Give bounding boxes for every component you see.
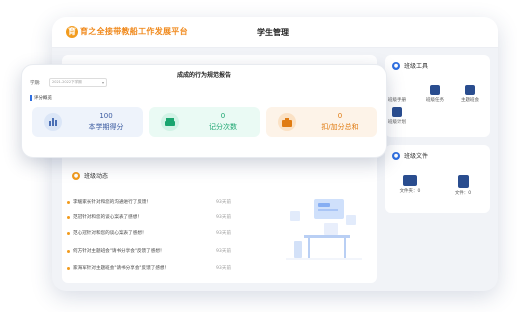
bullet-icon [67,232,70,235]
stat-record-count: 0 记分次数 [149,107,260,137]
stat-points-sum-value: 0 [337,112,343,120]
briefcase-icon [278,113,296,131]
list-item-time: 93天前 [216,200,232,205]
stat-term-score-label: 本学期得分 [88,123,124,131]
bullet-icon [67,201,70,204]
stat-term-score-value: 100 [99,112,113,120]
chevron-down-icon: ▾ [101,80,104,85]
task-icon [430,85,440,95]
tool-plan-label: 班级计划 [388,120,406,125]
stat-points-sum: 0 扣/加分总和 [266,107,377,137]
term-label: 学期: [30,81,41,86]
list-item[interactable]: 家海军针对主题班会"请书分享会"反馈了感想！ 93天前 [67,265,247,275]
overview-label-text: 评分概览 [34,96,52,101]
class-tools-title: 班级工具 [404,63,429,70]
stat-record-count-label: 记分次数 [209,123,237,131]
class-dynamics-header: ● 班级动态 [72,171,108,180]
plan-icon [392,107,402,117]
files-folder-label: 文件夹：0 [399,189,421,194]
tool-task[interactable]: 班级任务 [420,85,450,103]
illustration-desk [304,235,350,238]
logo-icon: 育 [66,26,78,38]
list-item-time: 93天前 [216,215,232,220]
files-file-label: 文件：0 [454,191,472,196]
bullet-icon [67,216,70,219]
list-item-time: 93天前 [216,231,232,236]
section-marker [30,95,32,101]
illustration-frame [290,211,300,221]
illustration-plant [294,241,302,258]
tool-handbook-label: 班级手册 [388,98,406,103]
files-icon: ● [392,151,400,160]
list-item-text: 李缓家长针对和您的沟通进行了反馈！ [73,200,152,205]
dynamics-icon: ● [72,171,80,180]
term-select[interactable]: 2021-2022下学期 ▾ [49,78,107,87]
meeting-icon [465,85,475,95]
list-item-text: 家海军针对主题班会"请书分享会"反馈了感想！ [73,266,170,271]
list-item-time: 93天前 [216,266,232,271]
stat-points-sum-label: 扣/加分总和 [321,123,359,131]
chart-bars-icon [44,113,62,131]
list-item-text: 范心冠针对和您的谈心案表了感想！ [73,231,147,236]
tool-meeting[interactable]: 主题班会 [455,85,485,103]
tool-task-label: 班级任务 [426,98,444,103]
list-item-time: 93天前 [216,249,232,254]
stat-term-score: 100 本学期得分 [32,107,143,137]
list-item[interactable]: 范冠针对和您的谈心案表了感想！ 93天前 [67,214,247,224]
class-files-header: ● 班级文件 [392,151,428,160]
list-item-text: 范冠针对和您的谈心案表了感想！ [73,215,142,220]
desk-illustration [286,199,362,260]
class-files-title: 班级文件 [404,153,429,160]
behavior-report-panel: 成成的行为规范报告 学期: 2021-2022下学期 ▾ 评分概览 100 本学… [21,64,387,158]
bullet-icon [67,250,70,253]
files-file[interactable]: 文件：0 [443,175,483,196]
printer-icon [161,113,179,131]
illustration-desk-leg [308,238,310,258]
bullet-icon [67,267,70,270]
class-tools-header: ● 班级工具 [392,61,428,70]
page-title: 学生管理 [257,28,289,37]
files-folder[interactable]: 文件夹：0 [390,175,430,194]
class-tools-card: ● 班级工具 班级手册 班级任务 主题班会 班级计划 [385,55,490,137]
illustration-laptop [324,223,338,235]
chart-bars-glyph [49,118,57,126]
printer-glyph [165,118,175,126]
file-icon [457,175,469,188]
list-item-text: 何方针对主题班会"请书分享会"反馈了感想！ [73,249,165,254]
list-item[interactable]: 李缓家长针对和您的沟通进行了反馈！ 93天前 [67,199,247,209]
list-item[interactable]: 范心冠针对和您的谈心案表了感想！ 93天前 [67,230,247,240]
folder-icon [403,175,417,186]
term-value: 2021-2022下学期 [52,80,82,84]
class-files-card: ● 班级文件 文件夹：0 文件：0 [385,145,490,213]
tools-icon: ● [392,61,400,70]
list-item[interactable]: 何方针对主题班会"请书分享会"反馈了感想！ 93天前 [67,248,247,258]
platform-name: 育之全接带教船工作发展平台 [80,27,188,36]
illustration-frame [346,215,356,225]
illustration-screen-line [318,203,330,207]
illustration-desk-leg [344,238,346,258]
app-header: 育 育之全接带教船工作发展平台 学生管理 [52,17,498,48]
briefcase-glyph [282,118,292,127]
illustration-screen-line [318,209,338,211]
tool-meeting-label: 主题班会 [461,98,479,103]
overview-label: 评分概览 [30,95,52,101]
stat-record-count-value: 0 [220,112,226,120]
class-dynamics-title: 班级动态 [84,173,109,180]
